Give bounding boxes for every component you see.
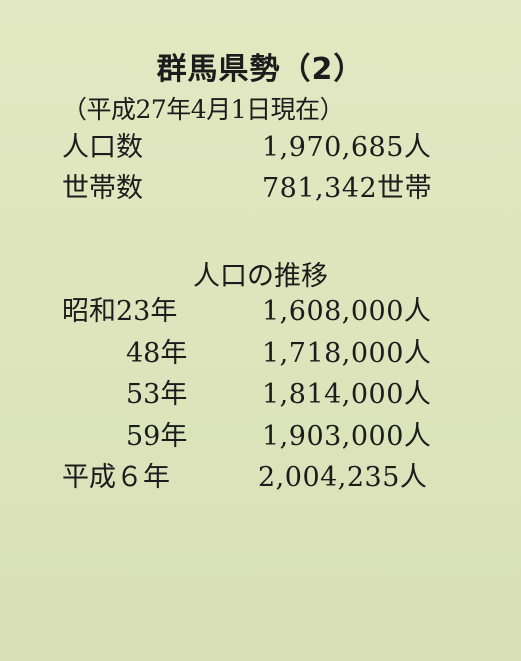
trend-year: 59年 bbox=[126, 421, 188, 452]
trend-year: 53年 bbox=[126, 379, 188, 410]
trend-year: 平成６年 bbox=[62, 462, 170, 493]
document-page: 群馬県勢（2） （平成27年4月1日現在） 人口数 1,970,685人 世帯数… bbox=[0, 0, 521, 661]
trend-year: 昭和23年 bbox=[62, 296, 178, 327]
as-of-date: （平成27年4月1日現在） bbox=[62, 95, 345, 124]
page-title: 群馬県勢（2） bbox=[156, 52, 365, 87]
trend-row: 59年 1,903,000人 bbox=[0, 419, 521, 455]
trend-row: 53年 1,814,000人 bbox=[0, 377, 521, 413]
stat-row-households: 世帯数 781,342世帯 bbox=[0, 171, 521, 207]
stat-value: 781,342世帯 bbox=[262, 173, 433, 204]
trend-row: 昭和23年 1,608,000人 bbox=[0, 294, 521, 330]
trend-value: 1,814,000人 bbox=[262, 379, 432, 410]
trend-row: 48年 1,718,000人 bbox=[0, 336, 521, 372]
trend-value: 1,608,000人 bbox=[262, 296, 432, 327]
trend-value: 1,903,000人 bbox=[262, 421, 432, 452]
trend-year: 48年 bbox=[126, 338, 188, 369]
trend-row: 平成６年 2,004,235人 bbox=[0, 460, 521, 496]
stat-row-population: 人口数 1,970,685人 bbox=[0, 130, 521, 166]
stat-label: 世帯数 bbox=[62, 173, 143, 204]
stat-value: 1,970,685人 bbox=[262, 132, 432, 163]
trend-value: 2,004,235人 bbox=[258, 462, 428, 493]
stat-label: 人口数 bbox=[62, 132, 143, 163]
trend-value: 1,718,000人 bbox=[262, 338, 432, 369]
trend-heading: 人口の推移 bbox=[193, 261, 328, 292]
